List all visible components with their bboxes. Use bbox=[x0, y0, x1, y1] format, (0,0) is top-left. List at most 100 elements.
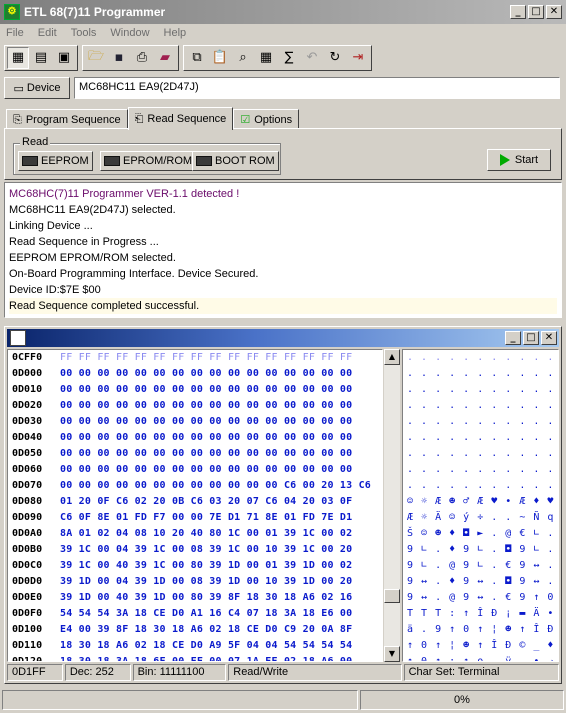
device-button[interactable]: ▭ Device bbox=[4, 77, 70, 99]
menu-edit[interactable]: Edit bbox=[38, 27, 57, 39]
hex-row[interactable]: 0D070 00 00 00 00 00 00 00 00 00 00 00 00… bbox=[8, 478, 382, 494]
hex-minimize-button[interactable]: _ bbox=[505, 331, 521, 345]
hex-row-bytes[interactable]: 39 1C 00 40 39 1C 00 80 39 1D 00 01 39 1… bbox=[60, 558, 352, 574]
hex-row-bytes[interactable]: 00 00 00 00 00 00 00 00 00 00 00 00 00 0… bbox=[60, 382, 352, 398]
minimize-button[interactable]: _ bbox=[510, 5, 526, 19]
hex-row[interactable]: 0D090 C6 0F 8E 01 FD F7 00 00 7E D1 71 8E… bbox=[8, 510, 382, 526]
jump-icon[interactable]: ⇥ bbox=[347, 47, 369, 69]
tab-read-sequence[interactable]: ⎗ Read Sequence bbox=[127, 107, 234, 130]
hex-close-button[interactable]: ✕ bbox=[541, 331, 557, 345]
hex-row[interactable]: 0D0F0 54 54 54 3A 18 CE D0 A1 16 C4 07 18… bbox=[8, 606, 382, 622]
checksum-icon[interactable]: ∑ bbox=[278, 47, 300, 69]
title-bar[interactable]: ⚙ ETL 68(7)11 Programmer _ □ ✕ bbox=[0, 0, 566, 24]
hex-row-bytes[interactable]: 00 00 00 00 00 00 00 00 00 00 00 00 00 0… bbox=[60, 430, 352, 446]
tab-program-sequence[interactable]: ⎘ Program Sequence bbox=[6, 109, 128, 129]
hex-row[interactable]: 0D0C0 39 1C 00 40 39 1C 00 80 39 1D 00 01… bbox=[8, 558, 382, 574]
char-row[interactable]: . . . . . . . . . . . . . . . . bbox=[403, 446, 558, 462]
eprom-rom-button[interactable]: EPROM/ROM bbox=[100, 151, 197, 171]
char-row[interactable]: . . . . . . . . . . . . . . . . bbox=[403, 350, 558, 366]
scroll-up-button[interactable]: ▲ bbox=[384, 349, 400, 365]
hex-row[interactable]: 0D0A0 8A 01 02 04 08 10 20 40 80 1C 00 01… bbox=[8, 526, 382, 542]
hex-row[interactable]: 0D020 00 00 00 00 00 00 00 00 00 00 00 00… bbox=[8, 398, 382, 414]
calc-icon[interactable]: ▦ bbox=[255, 47, 277, 69]
maximize-button[interactable]: □ bbox=[528, 5, 544, 19]
char-row[interactable]: . . . . . . . . . . . . Æ . . ‼ bbox=[403, 478, 558, 494]
scroll-thumb[interactable] bbox=[384, 589, 400, 603]
hex-row[interactable]: 0D030 00 00 00 00 00 00 00 00 00 00 00 00… bbox=[8, 414, 382, 430]
hex-row-bytes[interactable]: 00 00 00 00 00 00 00 00 00 00 00 00 00 0… bbox=[60, 446, 352, 462]
tab-options[interactable]: ☑ Options bbox=[233, 109, 300, 129]
hex-row[interactable]: 0D080 01 20 0F C6 02 20 0B C6 03 20 07 C6… bbox=[8, 494, 382, 510]
char-row[interactable]: 9 ↔ . ♦ 9 ↔ . ◘ 9 ↔ . ► 9 ↔ . bbox=[403, 574, 558, 590]
hex-row-bytes[interactable]: 18 30 18 A6 02 18 CE D0 A9 5F 04 04 54 5… bbox=[60, 638, 352, 654]
hex-row-bytes[interactable]: 00 00 00 00 00 00 00 00 00 00 00 00 C6 0… bbox=[60, 478, 371, 494]
undo-icon[interactable]: ↶ bbox=[301, 47, 323, 69]
char-row[interactable]: . . . . . . . . . . . . . . . . bbox=[403, 462, 558, 478]
char-row[interactable]: 9 ↔ . @ 9 ↔ . € 9 ↑ 0 ↑ ¦ ☻ ▬ bbox=[403, 590, 558, 606]
char-row[interactable]: . . . . . . . . . . . . . . . . bbox=[403, 366, 558, 382]
message-log[interactable]: MC68HC(7)11 Programmer VER-1.1 detected … bbox=[4, 182, 562, 318]
char-row[interactable]: ↑ 0 ↑ : ↑ o . ÿ . • → î ☻ ↑ ¦ . bbox=[403, 654, 558, 661]
hex-window-title-bar[interactable]: _ □ ✕ bbox=[7, 329, 559, 347]
menu-window[interactable]: Window bbox=[110, 27, 149, 39]
view-chip-icon[interactable]: ▣ bbox=[53, 47, 75, 69]
char-row[interactable]: ä . 9 ↑ 0 ↑ ¦ ☻ ↑ Î Ð É . ◙ . bbox=[403, 622, 558, 638]
boot-rom-button[interactable]: BOOT ROM bbox=[192, 151, 279, 171]
view-hex-icon[interactable]: ▦ bbox=[7, 46, 29, 69]
hex-row-bytes[interactable]: 8A 01 02 04 08 10 20 40 80 1C 00 01 39 1… bbox=[60, 526, 352, 542]
hex-row[interactable]: 0D0D0 39 1D 00 04 39 1D 00 08 39 1D 00 10… bbox=[8, 574, 382, 590]
hex-dump-area[interactable]: 0CFF0 FF FF FF FF FF FF FF FF FF FF FF FF… bbox=[7, 349, 383, 662]
char-row[interactable]: . . . . . . . . . . . . . . . . bbox=[403, 414, 558, 430]
hex-row[interactable]: 0D000 00 00 00 00 00 00 00 00 00 00 00 00… bbox=[8, 366, 382, 382]
char-row[interactable]: 9 ∟ . @ 9 ∟ . € 9 ↔ . ☺ 9 ↔ . ☻ bbox=[403, 558, 558, 574]
char-row[interactable]: . . . . . . . . . . . . . . . . bbox=[403, 398, 558, 414]
menu-tools[interactable]: Tools bbox=[71, 27, 97, 39]
refresh-icon[interactable]: ↻ bbox=[324, 47, 346, 69]
find-icon[interactable]: ⌕ bbox=[232, 47, 254, 69]
char-dump-area[interactable]: . . . . . . . . . . . . . . . .. . . . .… bbox=[402, 349, 559, 662]
close-button[interactable]: ✕ bbox=[546, 5, 562, 19]
char-row[interactable]: 9 ∟ . ♦ 9 ∟ . ◘ 9 ∟ . ► 9 ∟ . bbox=[403, 542, 558, 558]
paste-icon[interactable]: 📋 bbox=[209, 47, 231, 69]
start-button[interactable]: Start bbox=[487, 149, 551, 171]
hex-row-bytes[interactable]: 39 1D 00 04 39 1D 00 08 39 1D 00 10 39 1… bbox=[60, 574, 352, 590]
hex-row-bytes[interactable]: 00 00 00 00 00 00 00 00 00 00 00 00 00 0… bbox=[60, 414, 352, 430]
hex-row[interactable]: 0D040 00 00 00 00 00 00 00 00 00 00 00 00… bbox=[8, 430, 382, 446]
hex-vertical-scrollbar[interactable]: ▲ ▼ bbox=[384, 349, 400, 662]
hex-row-bytes[interactable]: 00 00 00 00 00 00 00 00 00 00 00 00 00 0… bbox=[60, 366, 352, 382]
save-disk-icon[interactable]: ▪ bbox=[108, 47, 130, 69]
hex-maximize-button[interactable]: □ bbox=[523, 331, 539, 345]
view-text-icon[interactable]: ▤ bbox=[30, 47, 52, 69]
scroll-down-button[interactable]: ▼ bbox=[384, 646, 400, 662]
hex-row[interactable]: 0D110 18 30 18 A6 02 18 CE D0 A9 5F 04 04… bbox=[8, 638, 382, 654]
char-row[interactable]: T T T : ↑ Î Ð ¡ ▬ Ä • ↑ : ↑ æ . bbox=[403, 606, 558, 622]
char-row[interactable]: ↑ 0 ↑ ¦ ☻ ↑ Î Ð © _ ♦ ♦ T T T T bbox=[403, 638, 558, 654]
char-row[interactable]: Æ ☼ Ä ☺ ý ÷ . . ~ Ñ q Ä ☺ ý ~ Ñ bbox=[403, 510, 558, 526]
hex-row[interactable]: 0D120 18 30 18 3A 18 6F 00 FF 00 07 1A EE… bbox=[8, 654, 382, 661]
char-row[interactable]: . . . . . . . . . . . . . . . . bbox=[403, 382, 558, 398]
hex-row-bytes[interactable]: 39 1C 00 04 39 1C 00 08 39 1C 00 10 39 1… bbox=[60, 542, 352, 558]
hex-row-bytes[interactable]: 00 00 00 00 00 00 00 00 00 00 00 00 00 0… bbox=[60, 398, 352, 414]
open-folder-icon[interactable]: 🗁 bbox=[85, 47, 107, 69]
hex-row[interactable]: 0D0E0 39 1D 00 40 39 1D 00 80 39 8F 18 30… bbox=[8, 590, 382, 606]
hex-row[interactable]: 0D060 00 00 00 00 00 00 00 00 00 00 00 00… bbox=[8, 462, 382, 478]
menu-help[interactable]: Help bbox=[164, 27, 187, 39]
hex-row[interactable]: 0CFF0 FF FF FF FF FF FF FF FF FF FF FF FF… bbox=[8, 350, 382, 366]
hex-row-bytes[interactable]: 18 30 18 3A 18 6F 00 FF 00 07 1A EE 02 1… bbox=[60, 654, 352, 661]
hex-row[interactable]: 0D010 00 00 00 00 00 00 00 00 00 00 00 00… bbox=[8, 382, 382, 398]
char-row[interactable]: Š ☺ ☻ ♦ ◘ ► . @ € ∟ . ☺ 9 ∟ . ☻ bbox=[403, 526, 558, 542]
hex-row-bytes[interactable]: C6 0F 8E 01 FD F7 00 00 7E D1 71 8E 01 F… bbox=[60, 510, 352, 526]
hex-row-bytes[interactable]: 00 00 00 00 00 00 00 00 00 00 00 00 00 0… bbox=[60, 462, 352, 478]
hex-row-bytes[interactable]: 54 54 54 3A 18 CE D0 A1 16 C4 07 18 3A 1… bbox=[60, 606, 352, 622]
hex-row-bytes[interactable]: 01 20 0F C6 02 20 0B C6 03 20 07 C6 04 2… bbox=[60, 494, 352, 510]
char-row[interactable]: . . . . . . . . . . . . . . . . bbox=[403, 430, 558, 446]
device-field[interactable]: MC68HC11 EA9(2D47J) bbox=[74, 77, 560, 99]
book-icon[interactable]: ▰ bbox=[154, 47, 176, 69]
copy-icon[interactable]: ⧉ bbox=[186, 47, 208, 69]
menu-file[interactable]: File bbox=[6, 27, 24, 39]
char-row[interactable]: ☺ ☼ Æ ☻ ♂ Æ ♥ • Æ ♦ ♥ ☼ bbox=[403, 494, 558, 510]
hex-row[interactable]: 0D050 00 00 00 00 00 00 00 00 00 00 00 00… bbox=[8, 446, 382, 462]
hex-row[interactable]: 0D0B0 39 1C 00 04 39 1C 00 08 39 1C 00 10… bbox=[8, 542, 382, 558]
hex-row-bytes[interactable]: E4 00 39 8F 18 30 18 A6 02 18 CE D0 C9 2… bbox=[60, 622, 352, 638]
hex-row-bytes[interactable]: 39 1D 00 40 39 1D 00 80 39 8F 18 30 18 A… bbox=[60, 590, 352, 606]
